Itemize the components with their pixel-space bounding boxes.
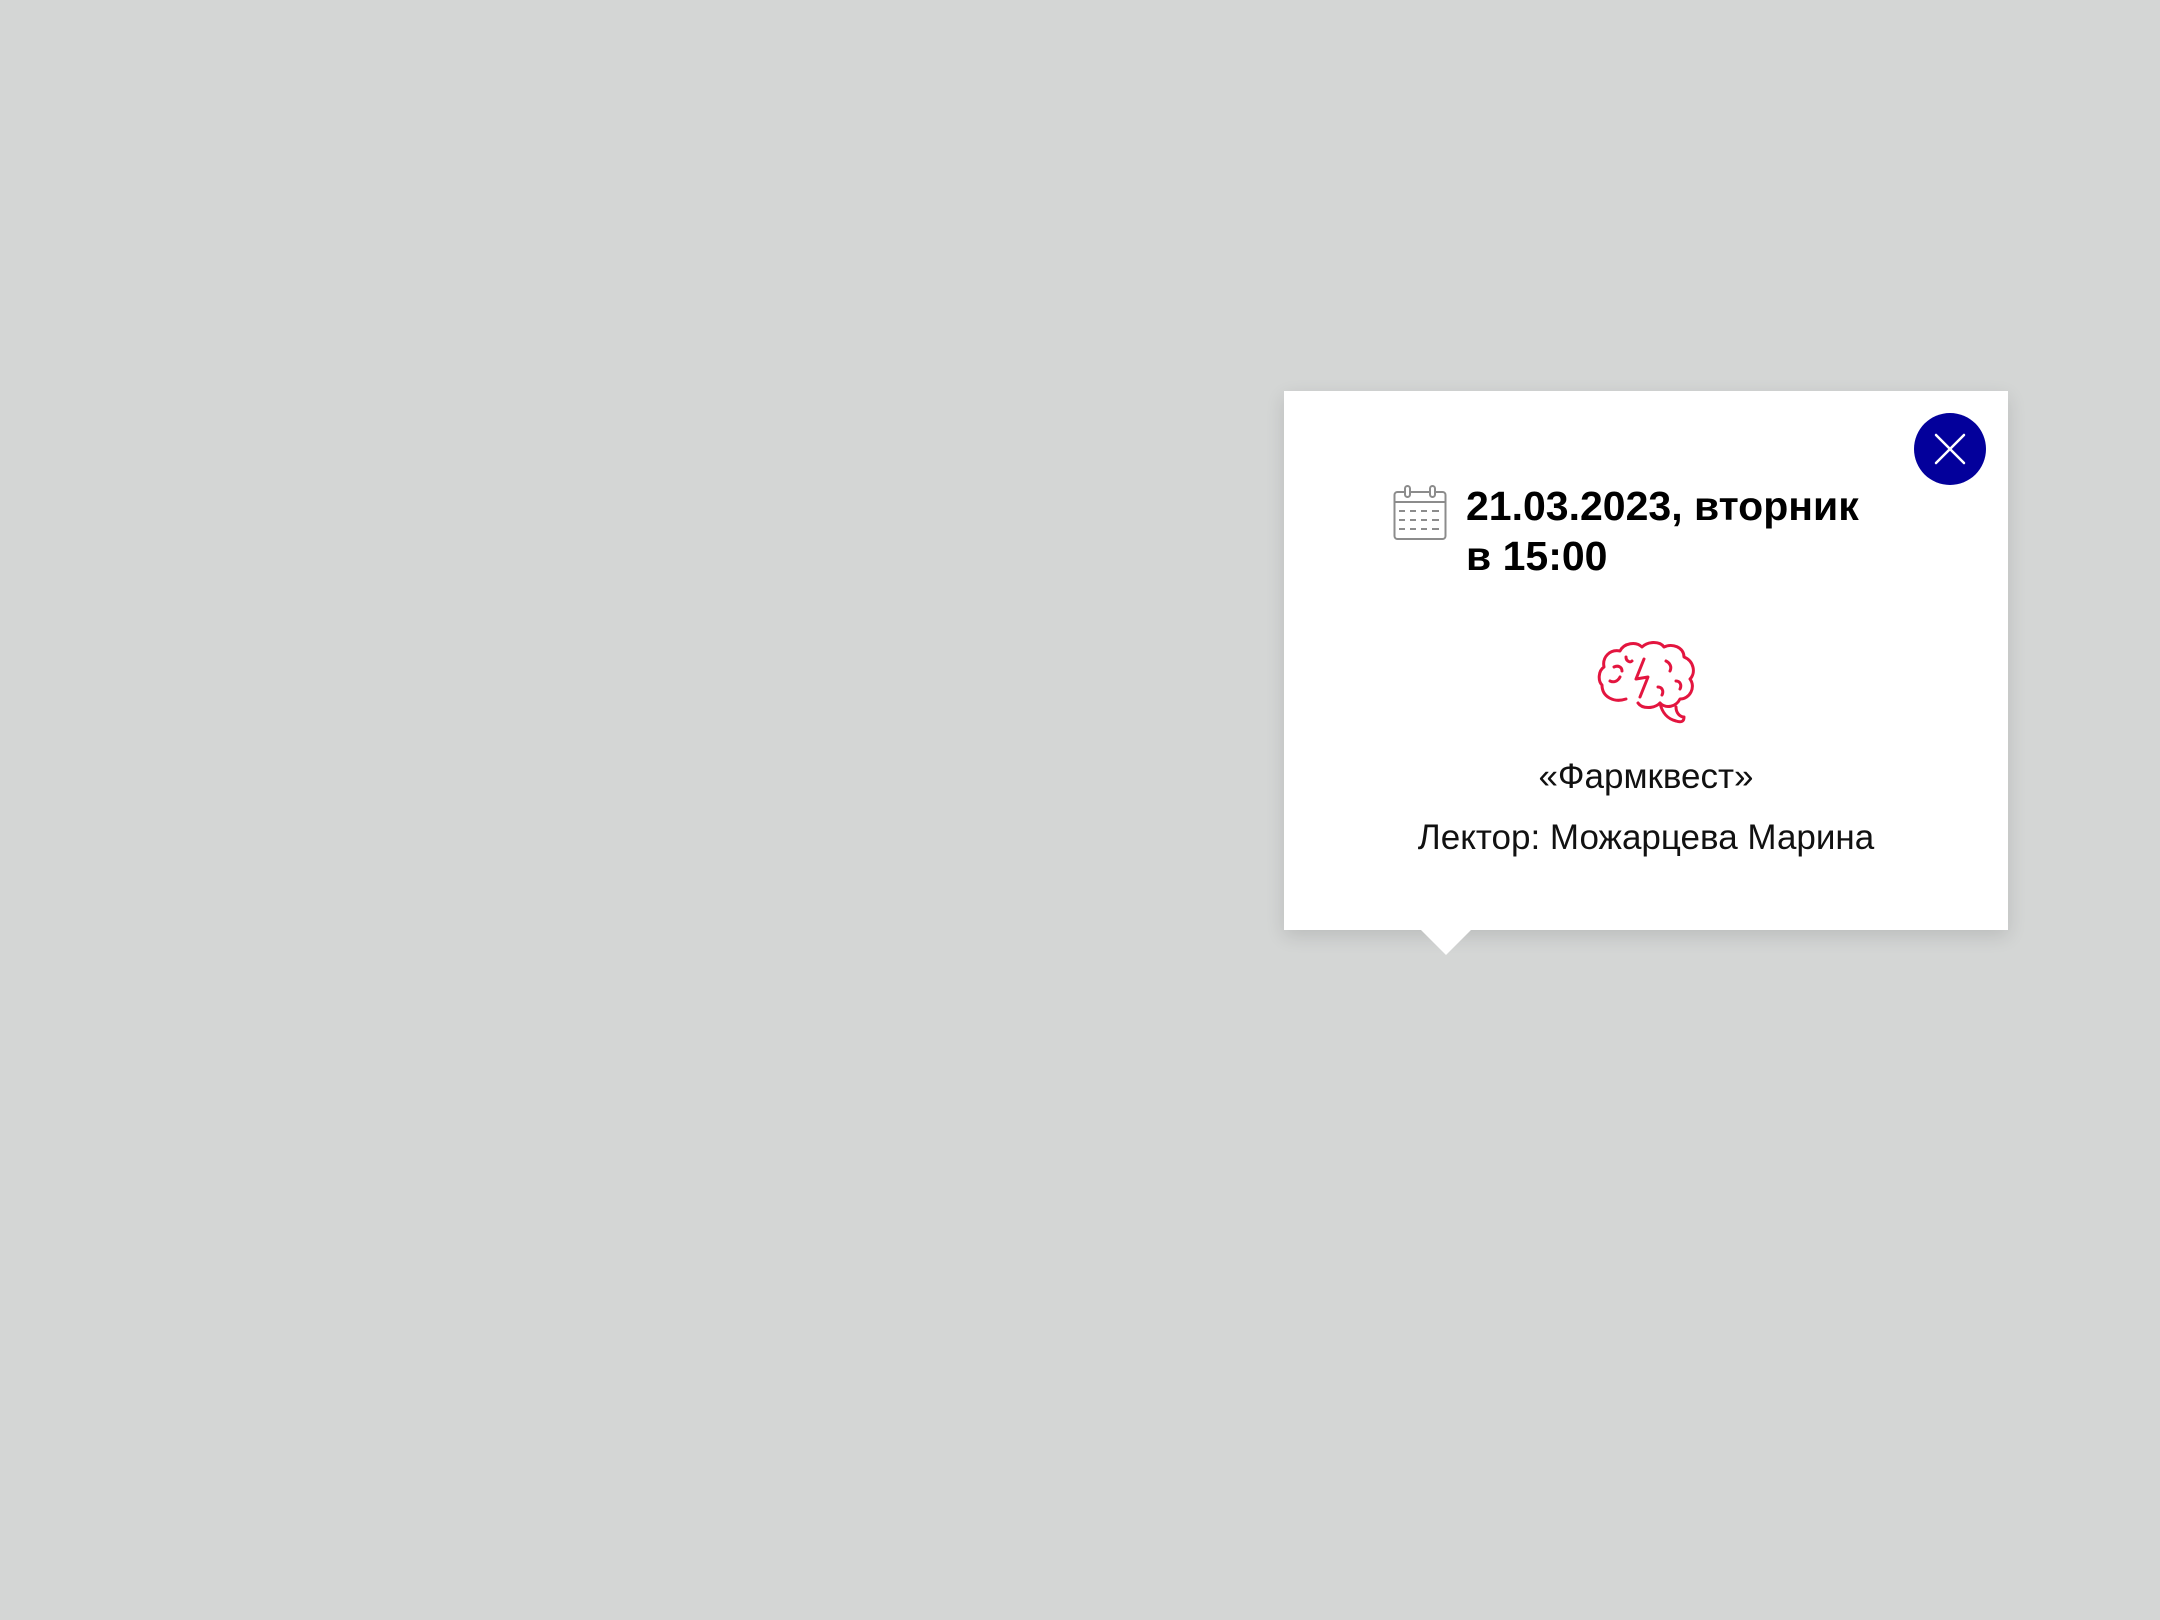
close-button[interactable] bbox=[1914, 413, 1986, 485]
popup-pointer-arrow bbox=[1420, 929, 1472, 955]
event-date: 21.03.2023, вторник bbox=[1466, 483, 1859, 529]
event-popup: 21.03.2023, вторник в 15:00 «Фармквест» … bbox=[1284, 391, 2008, 930]
brain-lightning-icon bbox=[1597, 641, 1695, 724]
event-time: в 15:00 bbox=[1466, 533, 1608, 579]
event-date-text: 21.03.2023, вторник в 15:00 bbox=[1466, 481, 1906, 581]
event-title: «Фармквест» bbox=[1538, 757, 1754, 796]
calendar-icon bbox=[1393, 485, 1447, 540]
event-lecturer: Лектор: Можарцева Марина bbox=[1417, 818, 1875, 857]
close-icon bbox=[1934, 433, 1966, 465]
